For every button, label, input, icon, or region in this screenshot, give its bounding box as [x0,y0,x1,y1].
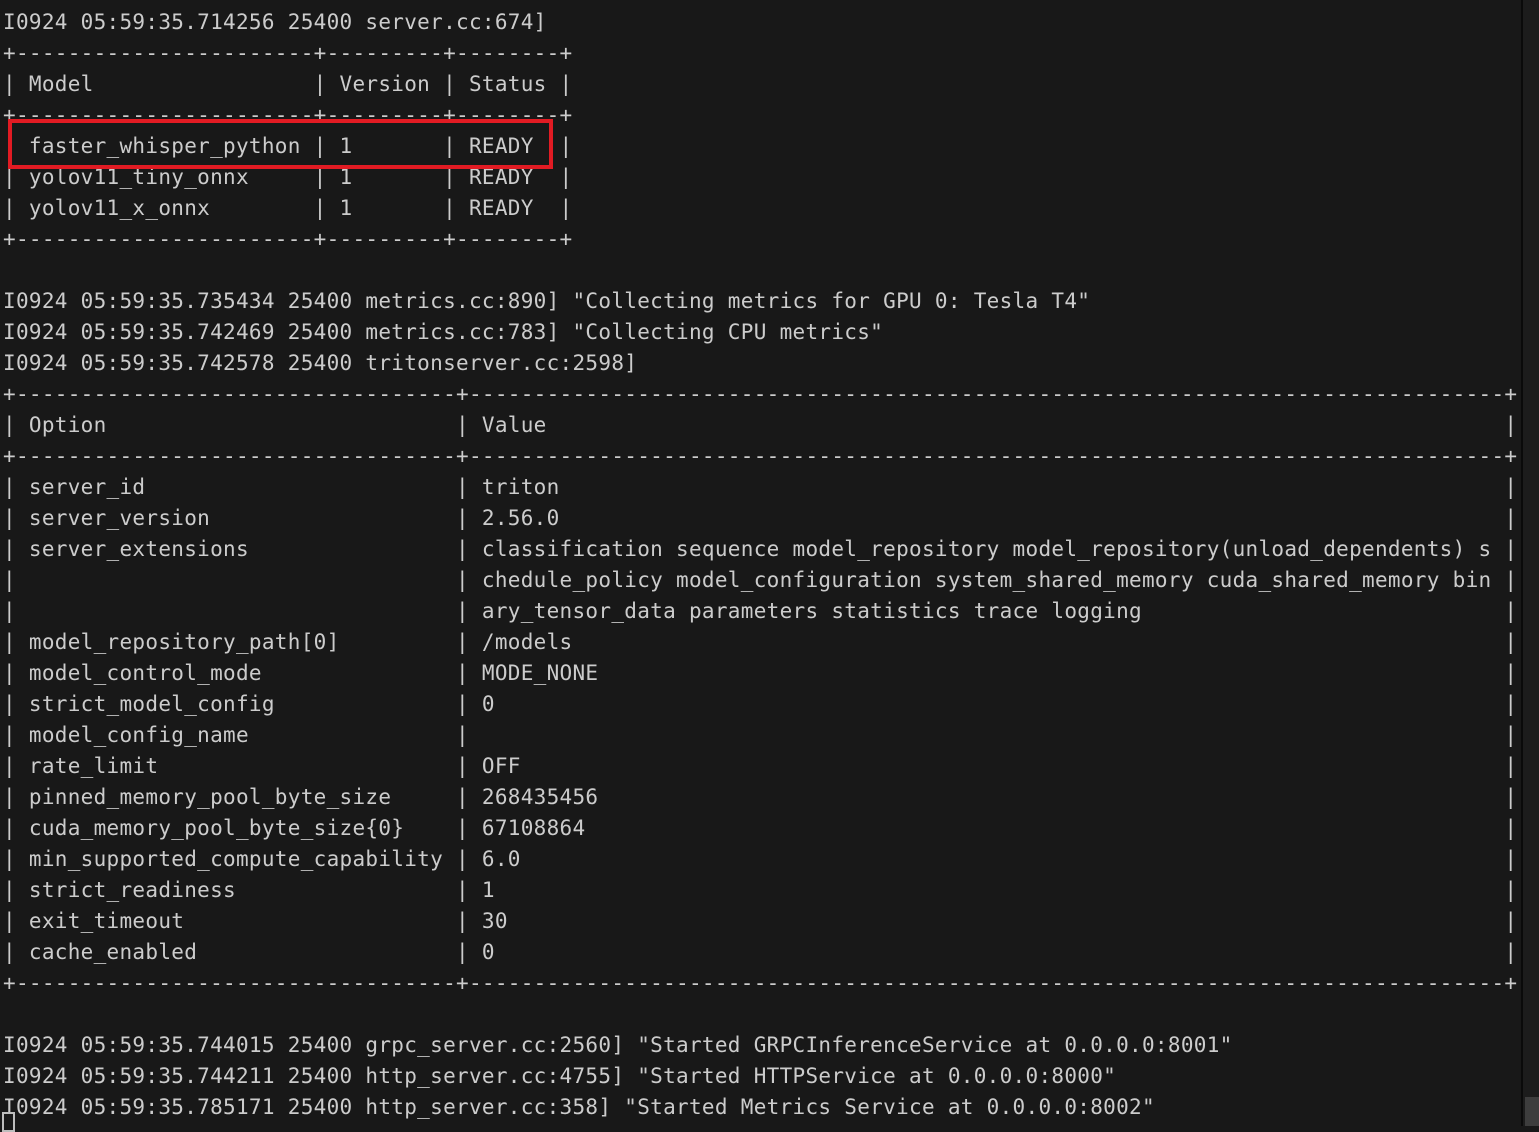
log-line: I0924 05:59:35.714256 25400 server.cc:67… [3,7,1522,38]
options-table-border: +----------------------------------+----… [3,968,1522,999]
scrollbar-track[interactable] [1521,0,1539,1126]
options-table-row-cuda-memory-pool-byte-size-0: | cuda_memory_pool_byte_size{0} | 671088… [3,813,1522,844]
options-table-row-rate-limit: | rate_limit | OFF | [3,751,1522,782]
options-table-border: +----------------------------------+----… [3,379,1522,410]
models-table-row-yolov11-x-onnx: | yolov11_x_onnx | 1 | READY | [3,193,1522,224]
options-table-row-pinned-memory-pool-byte-size: | pinned_memory_pool_byte_size | 2684354… [3,782,1522,813]
options-table-row-model-repository-path-0: | model_repository_path[0] | /models | [3,627,1522,658]
models-table-row-yolov11-tiny-onnx: | yolov11_tiny_onnx | 1 | READY | [3,162,1522,193]
log-line: I0924 05:59:35.742578 25400 tritonserver… [3,348,1522,379]
options-table-row-server-extensions: | server_extensions | classification seq… [3,534,1522,565]
models-table-border: +-----------------------+---------+-----… [3,224,1522,255]
options-table-row-server-extensions: | | ary_tensor_data parameters statistic… [3,596,1522,627]
options-table-row-server-extensions: | | chedule_policy model_configuration s… [3,565,1522,596]
options-table-row-strict-readiness: | strict_readiness | 1 | [3,875,1522,906]
log-line: I0924 05:59:35.735434 25400 metrics.cc:8… [3,286,1522,317]
models-table-border: +-----------------------+---------+-----… [3,100,1522,131]
models-table-row-faster-whisper-python: | faster_whisper_python | 1 | READY | [3,131,1522,162]
options-table-border: +----------------------------------+----… [3,441,1522,472]
blank-line [3,255,1522,286]
log-line: I0924 05:59:35.785171 25400 http_server.… [3,1092,1522,1123]
terminal-output[interactable]: I0924 05:59:35.714256 25400 server.cc:67… [0,0,1522,1126]
options-table-header: | Option | Value | [3,410,1522,441]
options-table-row-strict-model-config: | strict_model_config | 0 | [3,689,1522,720]
options-table-row-server-version: | server_version | 2.56.0 | [3,503,1522,534]
options-table-row-model-control-mode: | model_control_mode | MODE_NONE | [3,658,1522,689]
log-line: I0924 05:59:35.744015 25400 grpc_server.… [3,1030,1522,1061]
log-line: I0924 05:59:35.742469 25400 metrics.cc:7… [3,317,1522,348]
models-table-header: | Model | Version | Status | [3,69,1522,100]
scrollbar-thumb[interactable] [1525,1097,1539,1126]
terminal-cursor [2,1112,15,1132]
log-line: I0924 05:59:35.744211 25400 http_server.… [3,1061,1522,1092]
options-table-row-exit-timeout: | exit_timeout | 30 | [3,906,1522,937]
models-table-border: +-----------------------+---------+-----… [3,38,1522,69]
options-table-row-min-supported-compute-capability: | min_supported_compute_capability | 6.0… [3,844,1522,875]
options-table-row-model-config-name: | model_config_name | | [3,720,1522,751]
blank-line [3,999,1522,1030]
options-table-row-cache-enabled: | cache_enabled | 0 | [3,937,1522,968]
options-table-row-server-id: | server_id | triton | [3,472,1522,503]
